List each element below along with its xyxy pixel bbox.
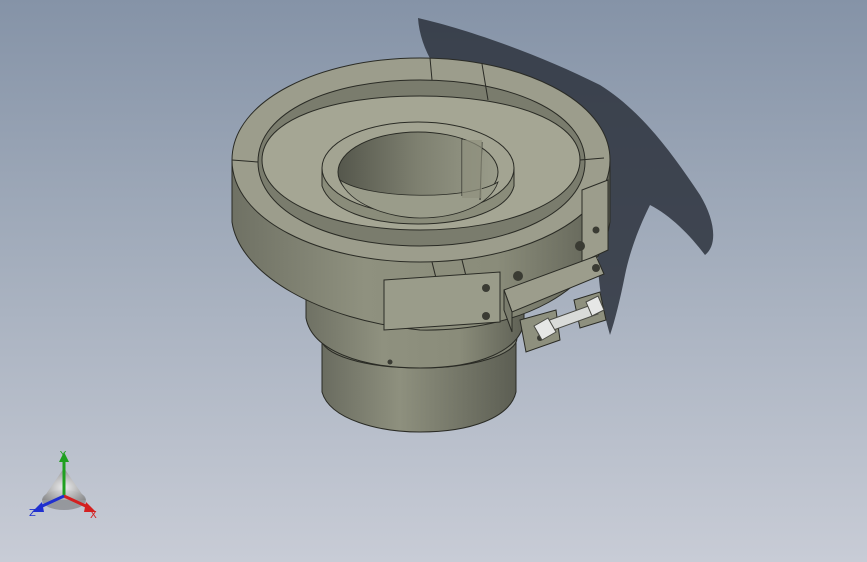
triad-y-label: Y [59,450,67,461]
clamp-band [383,271,501,331]
clamp-hole-4 [575,241,585,251]
clamp-band-right [581,179,609,263]
graphics-viewport[interactable]: Y X Z [0,0,867,562]
neck-hole [387,359,393,365]
orientation-triad[interactable]: Y X Z [24,446,104,526]
clamp-hole-3 [592,226,600,234]
bore-keyway [462,140,482,198]
model-scene[interactable] [0,0,867,562]
clamp-hole-5 [513,271,523,281]
triad-z-label: Z [29,508,36,519]
clamp-block-hole [592,264,600,272]
clamp-hole-1 [482,284,490,292]
clamp-hole-2 [482,312,490,320]
triad-x-label: X [90,510,97,521]
